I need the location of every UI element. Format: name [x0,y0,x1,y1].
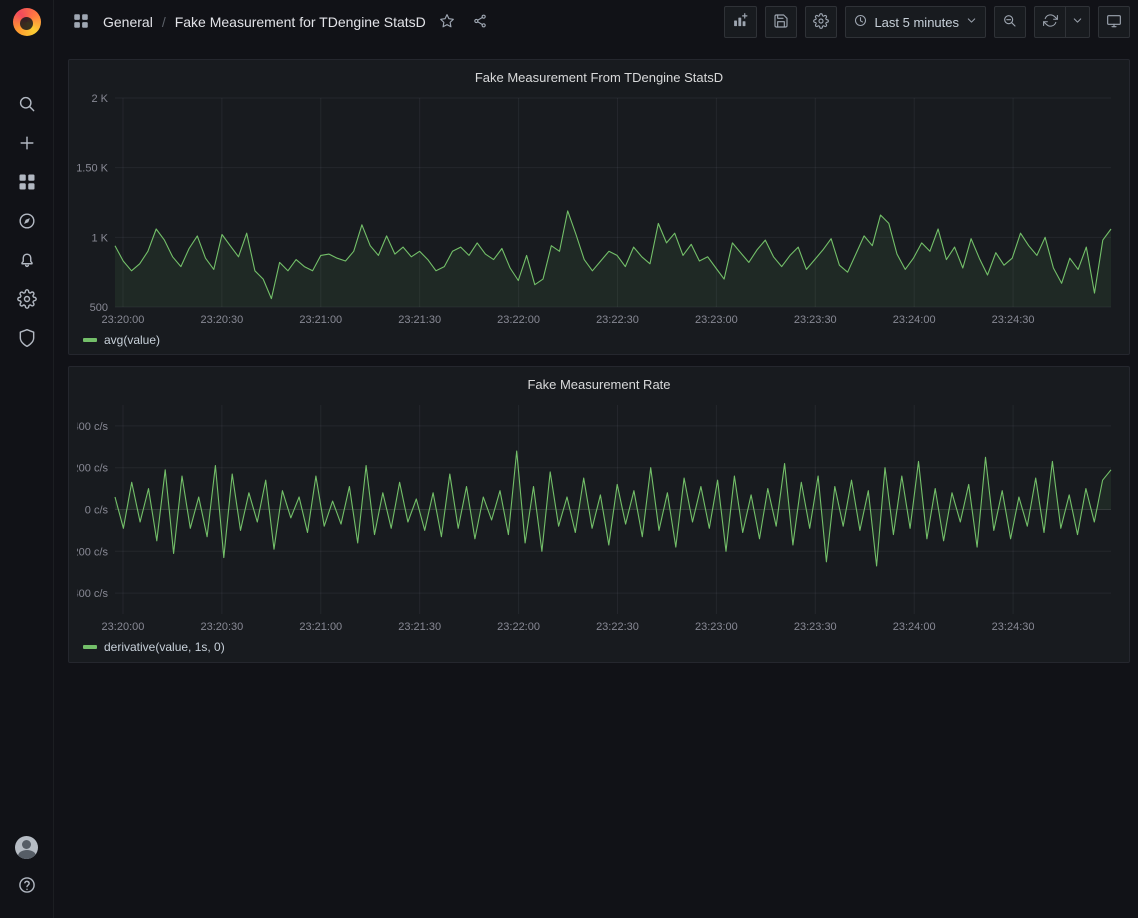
x-axis-tick-label: 23:23:00 [695,314,738,326]
add-panel-icon [732,12,749,32]
sidebar-item-create[interactable] [5,125,49,164]
panel-title[interactable]: Fake Measurement Rate [77,373,1121,397]
zoom-out-icon [1002,13,1018,32]
sidebar-item-configuration[interactable] [5,281,49,320]
grafana-logo[interactable] [0,0,54,44]
cycle-view-mode-button[interactable] [1098,6,1130,38]
x-axis-tick-label: 23:22:30 [596,314,639,326]
avatar-icon [15,836,38,859]
topbar-actions: Last 5 minutes [724,6,1130,38]
legend-item[interactable]: avg(value) [77,330,1121,350]
y-axis-tick-label: 200 c/s [77,463,108,475]
chevron-down-icon [965,14,978,30]
x-axis-tick-label: 23:24:30 [992,314,1035,326]
star-icon [439,13,455,32]
breadcrumb: General / Fake Measurement for TDengine … [68,8,724,37]
x-axis-tick-label: 23:23:30 [794,314,837,326]
clock-icon [853,13,868,31]
add-panel-button[interactable] [724,6,757,38]
bell-icon [17,250,37,273]
search-icon [17,94,37,117]
x-axis-tick-label: 23:22:30 [596,621,639,633]
sidebar-item-dashboards[interactable] [5,164,49,203]
monitor-icon [1106,13,1122,32]
legend-swatch [83,645,97,649]
x-axis-tick-label: 23:24:30 [992,621,1035,633]
panel-fake-measurement-rate: Fake Measurement Rate 400 c/s 200 c/s 0 c/… [68,366,1130,663]
x-axis-tick-label: 23:23:00 [695,621,738,633]
timeseries-chart[interactable]: 400 c/s 200 c/s 0 c/s -200 c/s -400 c/s 23:20… [77,397,1121,637]
legend-label: derivative(value, 1s, 0) [104,640,225,654]
panel-title[interactable]: Fake Measurement From TDengine StatsD [77,66,1121,90]
grafana-app: General / Fake Measurement for TDengine … [0,0,1138,918]
grafana-logo-icon [13,8,41,36]
breadcrumb-folder[interactable]: General [103,14,153,30]
refresh-button[interactable] [1034,6,1066,38]
x-axis-tick-label: 23:20:00 [102,621,145,633]
timeseries-chart[interactable]: 2 K 1.50 K 1 K 50023:20:00 23:20:30 23:21:00 2… [77,90,1121,330]
y-axis-tick-label: 1.50 K [77,163,109,175]
time-range-picker[interactable]: Last 5 minutes [845,6,986,38]
refresh-interval-caret-button[interactable] [1066,6,1090,38]
x-axis-tick-label: 23:20:30 [200,621,243,633]
x-axis-tick-label: 23:23:30 [794,621,837,633]
sidebar-item-server-admin[interactable] [5,320,49,359]
x-axis-tick-label: 23:21:30 [398,621,441,633]
x-axis-tick-label: 23:20:00 [102,314,145,326]
sidebar-item-explore[interactable] [5,203,49,242]
y-axis-tick-label: 500 [90,302,108,314]
main-area: General / Fake Measurement for TDengine … [54,0,1138,918]
settings-gear-icon [813,13,829,32]
save-icon [773,13,789,32]
shield-icon [17,328,37,351]
dashboard-grid-button[interactable] [68,8,94,37]
plus-icon [17,133,37,156]
topbar: General / Fake Measurement for TDengine … [54,0,1138,44]
legend-item[interactable]: derivative(value, 1s, 0) [77,637,1121,657]
x-axis-tick-label: 23:21:00 [299,314,342,326]
compass-icon [17,211,37,234]
x-axis-tick-label: 23:22:00 [497,621,540,633]
series-area-fill [115,211,1111,307]
sidebar-item-alerting[interactable] [5,242,49,281]
star-dashboard-button[interactable] [435,9,459,36]
save-dashboard-button[interactable] [765,6,797,38]
y-axis-tick-label: 0 c/s [85,505,109,517]
dashboard-settings-button[interactable] [805,6,837,38]
breadcrumb-separator: / [162,14,166,30]
apps-icon [72,12,90,33]
zoom-out-button[interactable] [994,6,1026,38]
x-axis-tick-label: 23:24:00 [893,621,936,633]
breadcrumb-dashboard-title[interactable]: Fake Measurement for TDengine StatsD [175,14,426,30]
share-icon [472,13,488,32]
sidebar [0,0,54,918]
question-circle-icon [17,875,37,898]
share-dashboard-button[interactable] [468,9,492,36]
sidebar-item-user-profile[interactable] [5,828,49,867]
sidebar-item-help[interactable] [5,867,49,906]
sidebar-item-search[interactable] [5,86,49,125]
x-axis-tick-label: 23:21:00 [299,621,342,633]
apps-icon [17,172,37,195]
panel-fake-measurement: Fake Measurement From TDengine StatsD 2 … [68,59,1130,355]
refresh-group [1034,6,1090,38]
y-axis-tick-label: 1 K [91,232,108,244]
x-axis-tick-label: 23:21:30 [398,314,441,326]
legend-label: avg(value) [104,333,160,347]
gear-icon [17,289,37,312]
x-axis-tick-label: 23:22:00 [497,314,540,326]
legend-swatch [83,338,97,342]
series-area-fill [115,451,1111,566]
y-axis-tick-label: 400 c/s [77,421,108,433]
y-axis-tick-label: -200 c/s [77,546,108,558]
chevron-down-icon [1071,14,1084,30]
y-axis-tick-label: -400 c/s [77,588,108,600]
y-axis-tick-label: 2 K [91,93,108,105]
x-axis-tick-label: 23:24:00 [893,314,936,326]
dashboard-canvas: Fake Measurement From TDengine StatsD 2 … [54,44,1138,918]
time-range-label: Last 5 minutes [874,15,959,30]
x-axis-tick-label: 23:20:30 [200,314,243,326]
refresh-icon [1043,13,1058,31]
